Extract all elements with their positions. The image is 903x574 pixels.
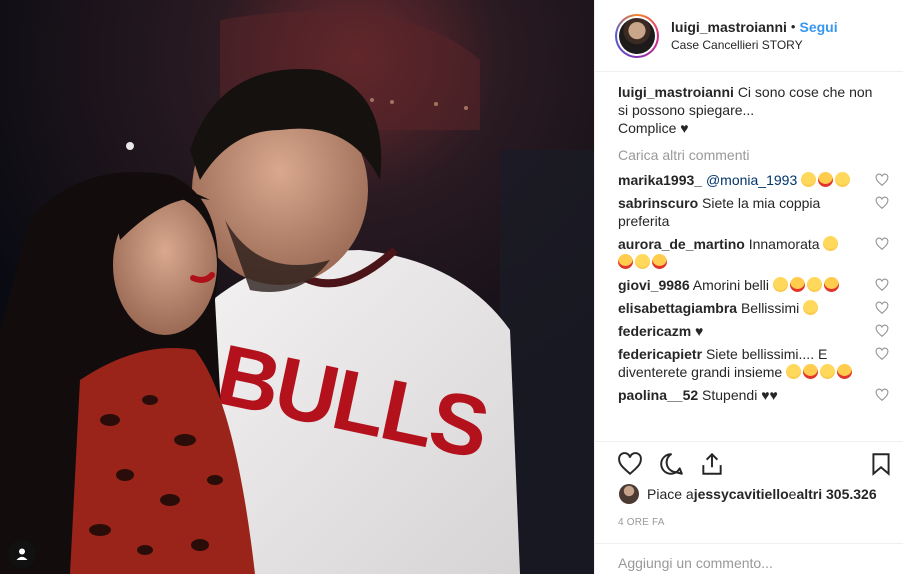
- comment-like-heart-icon[interactable]: [875, 388, 889, 402]
- post-header: luigi_mastroianni • Segui Case Cancellie…: [595, 0, 903, 72]
- emoji-icon: [837, 364, 853, 379]
- comment-username[interactable]: paolina__52: [618, 387, 698, 403]
- liker-avatar[interactable]: [619, 484, 639, 504]
- comment-text: Innamorata: [748, 236, 820, 252]
- comment-mention[interactable]: @monia_1993: [706, 172, 797, 188]
- likes-middle: e: [788, 486, 797, 502]
- caption: luigi_mastroianni Ci sono cose che non s…: [618, 83, 879, 137]
- emoji-icon: [772, 277, 788, 292]
- caption-text-2: Complice ♥: [618, 120, 689, 136]
- emoji-icon: [652, 254, 667, 269]
- comment-username[interactable]: aurora_de_martino: [618, 236, 745, 252]
- emoji-icon: [835, 172, 851, 187]
- emoji-icon: [786, 364, 802, 379]
- comment-like-heart-icon[interactable]: [875, 196, 889, 210]
- comment-text: ♥: [695, 323, 704, 339]
- emoji-icon: [801, 172, 817, 187]
- comment-username[interactable]: federicapietr: [618, 346, 702, 362]
- header-username[interactable]: luigi_mastroianni: [671, 18, 787, 36]
- emoji-icon: [806, 277, 822, 292]
- comment-username[interactable]: elisabettagiambra: [618, 300, 737, 316]
- follow-button[interactable]: Segui: [799, 18, 837, 36]
- comment-username[interactable]: sabrinscuro: [618, 195, 698, 211]
- action-bar: [595, 441, 903, 485]
- comment-like-heart-icon[interactable]: [875, 301, 889, 315]
- comment-row: elisabettagiambra Bellissimi: [618, 299, 889, 317]
- emoji-icon: [618, 254, 633, 269]
- emoji-icon: [818, 172, 834, 187]
- comment-icon[interactable]: [658, 451, 684, 477]
- likes-prefix: Piace a: [647, 486, 694, 502]
- comment-row: federicapietr Siete bellissimi.... E div…: [618, 345, 889, 381]
- comment-text: Stupendi ♥♥: [702, 387, 778, 403]
- comment-row: federicazm ♥: [618, 322, 889, 340]
- emoji-icon: [789, 277, 805, 292]
- post-timestamp[interactable]: 4 ORE FA: [618, 517, 665, 528]
- add-comment-input[interactable]: Aggiungi un commento...: [595, 543, 903, 574]
- comment-username[interactable]: federicazm: [618, 323, 691, 339]
- comment-row: aurora_de_martino Innamorata: [618, 235, 889, 271]
- location-link[interactable]: Case Cancellieri STORY: [671, 36, 838, 54]
- share-icon[interactable]: [699, 451, 725, 477]
- comment-text: Amorini belli: [692, 277, 769, 293]
- load-more-comments-button[interactable]: Carica altri commenti: [618, 147, 879, 163]
- liker-username[interactable]: jessycavitiello: [694, 486, 789, 502]
- comment-row: paolina__52 Stupendi ♥♥: [618, 386, 889, 404]
- avatar[interactable]: [615, 13, 659, 58]
- comment-username[interactable]: giovi_9986: [618, 277, 690, 293]
- instagram-post-modal: BULLS luigi_mastroianni • Segui Case Can…: [0, 0, 903, 574]
- comment-like-heart-icon[interactable]: [875, 173, 889, 187]
- bookmark-icon[interactable]: [868, 451, 894, 477]
- comment-text: Bellissimi: [740, 300, 800, 316]
- comment-row: marika1993_ @monia_1993: [618, 171, 889, 189]
- emoji-icon: [635, 254, 650, 269]
- post-photo[interactable]: BULLS: [0, 0, 594, 574]
- likes-count[interactable]: altri 305.326: [796, 486, 876, 502]
- photo-illustration: BULLS: [0, 0, 594, 574]
- likes-summary: Piace a jessycavitiello e altri 305.326: [619, 484, 877, 504]
- comment-like-heart-icon[interactable]: [875, 237, 889, 251]
- comment-like-heart-icon[interactable]: [875, 278, 889, 292]
- emoji-icon: [823, 277, 839, 292]
- comment-row: giovi_9986 Amorini belli: [618, 276, 889, 294]
- comment-like-heart-icon[interactable]: [875, 347, 889, 361]
- comment-row: sabrinscuro Siete la mia coppia preferit…: [618, 194, 889, 230]
- comment-like-heart-icon[interactable]: [875, 324, 889, 338]
- tagged-user-icon[interactable]: [8, 540, 36, 568]
- emoji-icon: [803, 364, 819, 379]
- emoji-icon: [803, 300, 819, 315]
- like-heart-icon[interactable]: [617, 451, 643, 477]
- caption-username[interactable]: luigi_mastroianni: [618, 84, 734, 100]
- separator-dot: •: [790, 18, 796, 34]
- emoji-icon: [823, 236, 839, 251]
- post-side-panel: luigi_mastroianni • Segui Case Cancellie…: [594, 0, 903, 574]
- emoji-icon: [820, 364, 836, 379]
- comments-list[interactable]: luigi_mastroianni Ci sono cose che non s…: [595, 73, 903, 440]
- comment-username[interactable]: marika1993_: [618, 172, 702, 188]
